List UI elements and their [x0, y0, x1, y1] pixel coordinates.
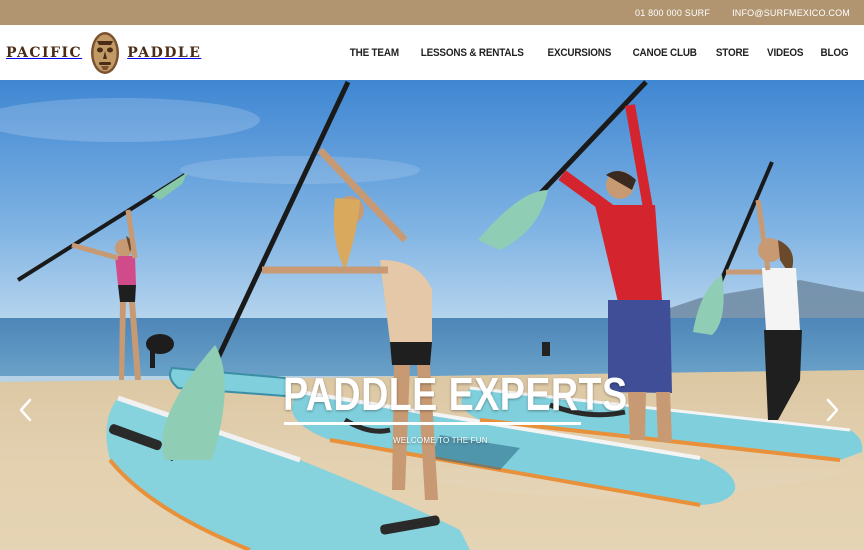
chevron-left-icon [19, 398, 32, 422]
chevron-right-icon [826, 398, 839, 422]
email-link[interactable]: INFO@SURFMEXICO.COM [732, 8, 850, 18]
phone-link[interactable]: 01 800 000 SURF [635, 8, 710, 18]
hero-title: PADDLE EXPERTS [283, 368, 628, 420]
nav-item-canoe-club[interactable]: CANOE CLUB [632, 47, 696, 59]
hero-slider: PADDLE EXPERTS WELCOME TO THE FUN [0, 80, 864, 550]
site-header: PACIFIC PADDLE THE TEAM LESSONS & RENTAL… [0, 25, 864, 80]
hero-title-underline [284, 422, 581, 425]
main-nav: THE TEAM LESSONS & RENTALS EXCURSIONS CA… [347, 25, 850, 80]
nav-item-the-team[interactable]: THE TEAM [350, 47, 399, 59]
hero-subtitle: WELCOME TO THE FUN [393, 436, 488, 445]
nav-item-blog[interactable]: BLOG [821, 47, 849, 59]
tiki-mask-icon [91, 32, 120, 74]
logo-word-left: PACIFIC [6, 45, 83, 61]
slider-prev-button[interactable] [14, 396, 36, 424]
nav-item-excursions[interactable]: EXCURSIONS [547, 47, 611, 59]
logo-word-right: PADDLE [127, 45, 202, 61]
hero-image [0, 80, 864, 550]
slider-next-button[interactable] [822, 396, 844, 424]
site-logo[interactable]: PACIFIC PADDLE [6, 31, 201, 75]
nav-item-lessons-rentals[interactable]: LESSONS & RENTALS [421, 47, 524, 59]
nav-item-videos[interactable]: VIDEOS [767, 47, 804, 59]
nav-item-store[interactable]: STORE [716, 47, 749, 59]
top-contact-bar: 01 800 000 SURF INFO@SURFMEXICO.COM [0, 0, 864, 25]
